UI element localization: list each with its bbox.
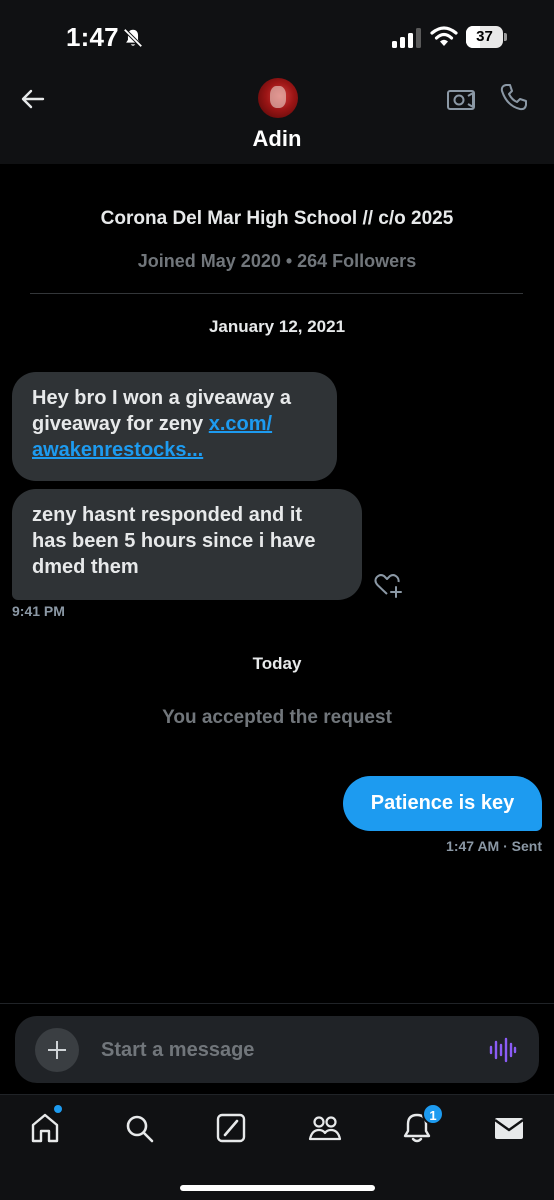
divider <box>30 293 523 294</box>
tab-home[interactable] <box>28 1111 62 1145</box>
bell-off-icon <box>123 28 143 48</box>
profile-bio: Corona Del Mar High School // c/o 2025 <box>100 208 454 229</box>
message-bubble-incoming[interactable]: Hey bro I won a giveaway a giveaway for … <box>12 372 337 481</box>
message-input[interactable] <box>101 1036 461 1064</box>
battery-percent: 37 <box>476 28 493 45</box>
message-bubble-incoming[interactable]: zeny hasnt responded and it has been 5 h… <box>12 489 362 600</box>
notifications-badge: 1 <box>422 1103 444 1125</box>
phone-icon[interactable] <box>498 82 528 112</box>
messages-icon <box>494 1118 524 1139</box>
add-reaction-icon[interactable] <box>373 572 403 598</box>
contact-name[interactable]: Adin <box>0 126 554 152</box>
grok-icon <box>216 1113 246 1143</box>
communities-icon <box>308 1116 342 1141</box>
message-bubble-outgoing[interactable]: Patience is key <box>343 776 542 831</box>
composer-divider <box>0 1003 554 1004</box>
tab-communities[interactable] <box>308 1111 342 1145</box>
battery-nub <box>504 33 507 41</box>
date-separator-today: Today <box>252 654 302 673</box>
date-separator: January 12, 2021 <box>208 317 346 336</box>
battery-icon: 37 <box>466 26 508 48</box>
voice-message-icon[interactable] <box>489 1037 517 1063</box>
tab-messages[interactable] <box>492 1111 526 1145</box>
tab-grok[interactable] <box>214 1111 248 1145</box>
profile-joined: Joined May 2020 • 264 Followers <box>137 251 417 271</box>
add-media-button[interactable] <box>35 1028 79 1072</box>
sent-status: 1:47 AM · Sent <box>446 838 542 854</box>
home-indicator[interactable] <box>180 1185 375 1191</box>
system-message: You accepted the request <box>162 707 392 728</box>
signal-icon <box>392 28 421 48</box>
tab-search[interactable] <box>122 1111 156 1145</box>
message-composer <box>15 1016 539 1083</box>
wifi-icon <box>430 26 458 46</box>
video-call-icon[interactable] <box>446 84 476 114</box>
message-timestamp: 9:41 PM <box>12 603 65 619</box>
status-time: 1:47 <box>66 22 119 52</box>
status-bar: 1:47 37 <box>0 0 554 68</box>
avatar[interactable] <box>258 78 298 118</box>
conversation-header: Adin <box>0 68 554 164</box>
home-icon <box>31 1113 59 1143</box>
back-arrow-icon[interactable] <box>18 84 48 114</box>
home-unread-dot <box>54 1105 62 1113</box>
search-icon <box>126 1115 154 1143</box>
